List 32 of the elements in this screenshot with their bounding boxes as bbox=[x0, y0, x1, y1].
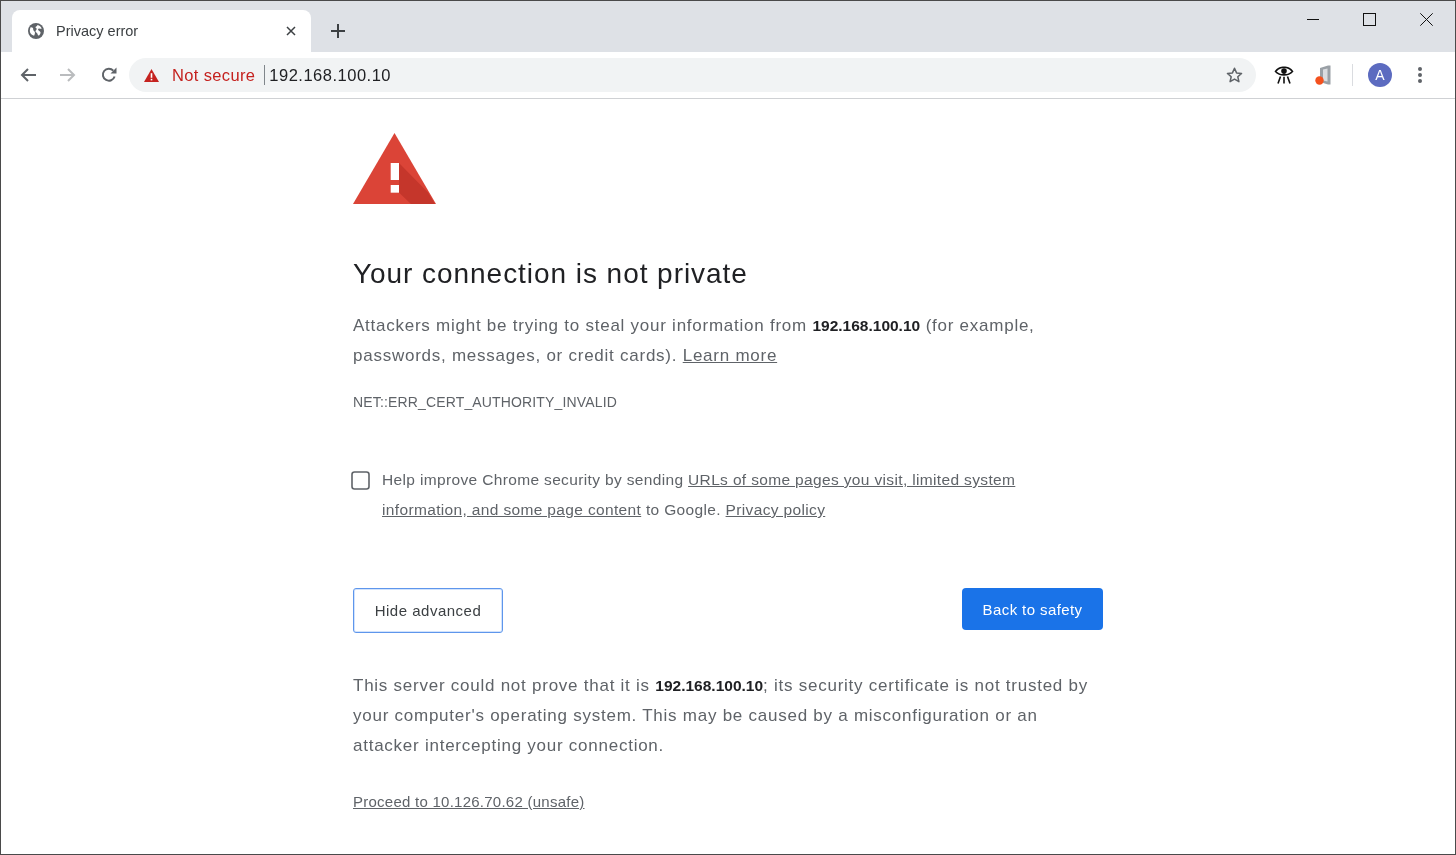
secondary-button[interactable]: Hide advanced bbox=[353, 588, 503, 633]
inline-link[interactable]: URLs of some pages you visit, limited system bbox=[688, 471, 1016, 488]
plus-icon[interactable] bbox=[331, 24, 345, 38]
document-icon[interactable] bbox=[1315, 65, 1331, 85]
menu-icon[interactable] bbox=[1418, 67, 1422, 83]
address-bar[interactable]: Not secure 192.168.100.10 bbox=[129, 58, 1256, 92]
security-status-label[interactable]: Not secure bbox=[172, 65, 256, 85]
globe-icon bbox=[28, 23, 44, 39]
close-icon[interactable] bbox=[1420, 12, 1433, 26]
details-text: This server could not prove that it is 192.168.100.10; its security certificate is not trusted by your computer's operating system. This may be caused by a misconfiguration or an attacker intercepting your connection. bbox=[353, 675, 1089, 757]
maximize-icon[interactable] bbox=[1363, 12, 1376, 26]
eye-icon[interactable] bbox=[1274, 66, 1294, 84]
warning-message: Attackers might be trying to steal your information from 192.168.100.10 (for example, passwords, messages, or credit cards). Learn more bbox=[353, 315, 1036, 367]
error-code: NET::ERR_CERT_AUTHORITY_INVALID bbox=[353, 393, 618, 412]
close-icon[interactable] bbox=[286, 26, 296, 36]
warning-icon bbox=[144, 68, 159, 82]
primary-button[interactable]: Back to safety bbox=[962, 588, 1103, 630]
arrow-left-icon[interactable] bbox=[20, 68, 36, 82]
proceed-link[interactable]: Proceed to 10.126.70.62 (unsafe) bbox=[353, 792, 585, 812]
circular-arrow-icon[interactable] bbox=[101, 67, 117, 83]
browser-tab[interactable]: Privacy error bbox=[12, 10, 311, 52]
inline-link[interactable]: Privacy policy bbox=[725, 501, 826, 518]
inline-link[interactable]: information, and some page content bbox=[382, 501, 642, 518]
star-icon[interactable] bbox=[1226, 67, 1243, 83]
url-text[interactable]: 192.168.100.10 bbox=[269, 65, 1226, 85]
learn-more-link[interactable]: Learn more bbox=[682, 346, 778, 365]
warning-triangle-icon bbox=[353, 133, 436, 204]
reporting-consent-text: Help improve Chrome security by sending URLs of some pages you visit, limited system information, and some page content to Google. Privacy policy bbox=[382, 470, 1017, 520]
minimize-icon[interactable] bbox=[1306, 18, 1319, 20]
checkbox[interactable] bbox=[351, 471, 370, 490]
avatar-button[interactable]: A bbox=[1368, 63, 1392, 87]
error-heading: Your connection is not private bbox=[353, 257, 749, 291]
